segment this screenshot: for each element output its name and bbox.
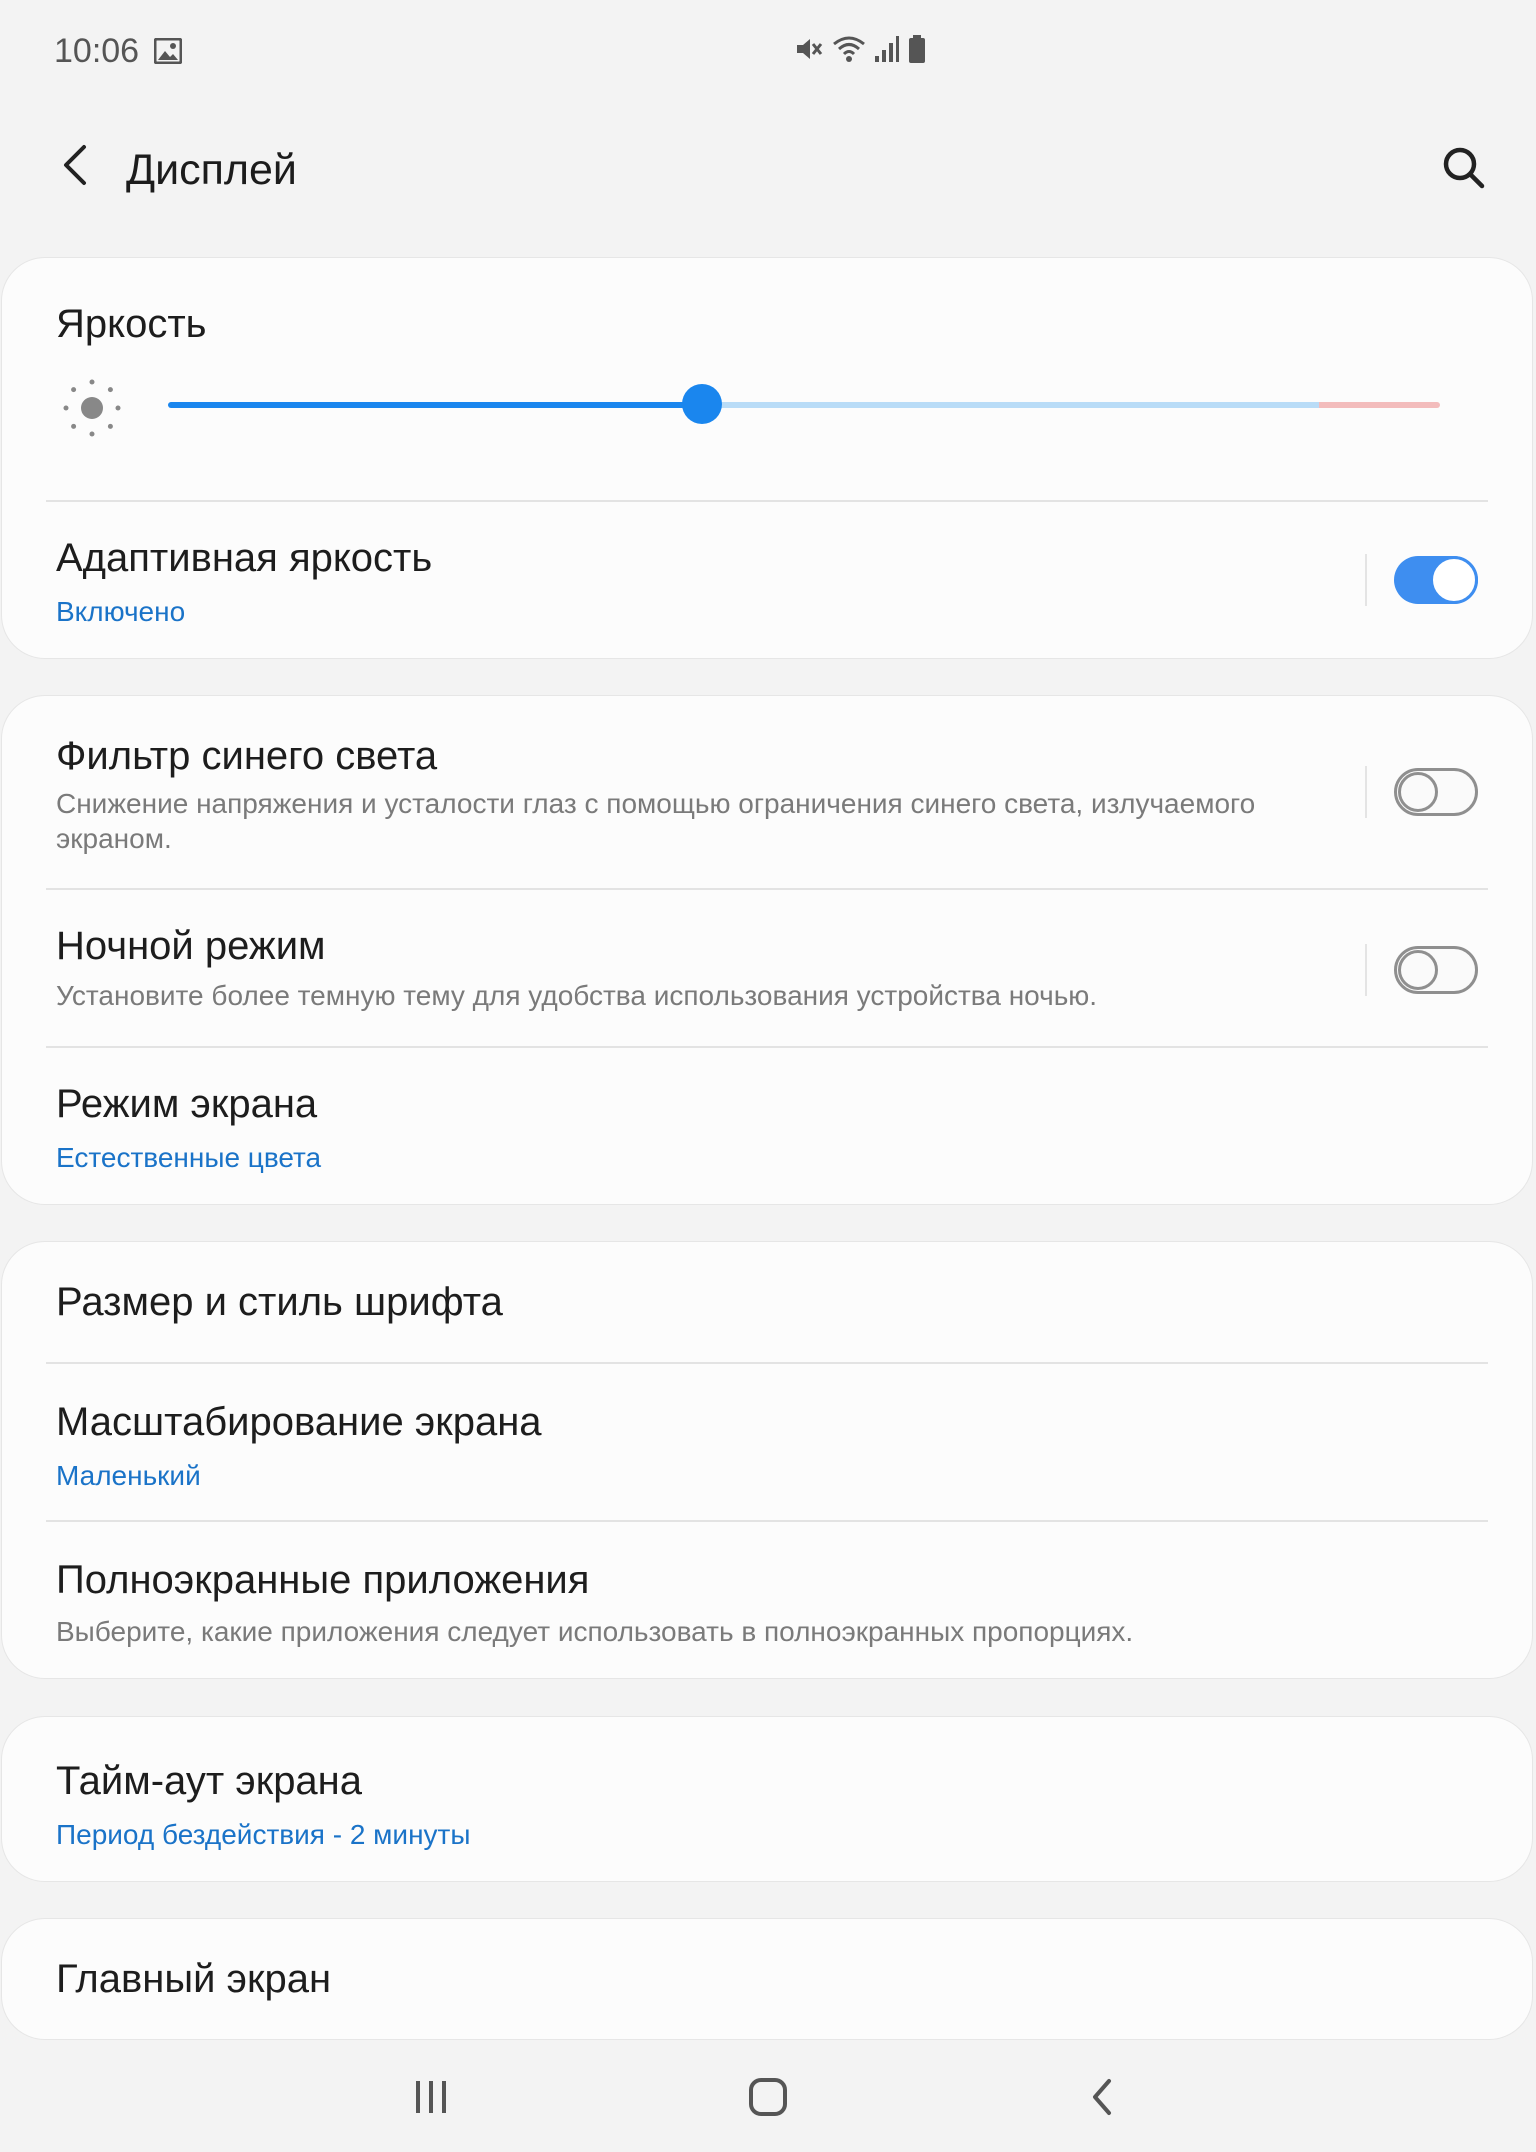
slider-thumb[interactable] bbox=[682, 384, 722, 424]
night-mode-title: Ночной режим bbox=[56, 924, 326, 968]
fullscreen-apps-description: Выберите, какие приложения следует испол… bbox=[56, 1616, 1134, 1647]
recent-apps-icon bbox=[416, 2081, 446, 2113]
blue-light-filter-title: Фильтр синего света bbox=[56, 734, 438, 778]
wifi-icon bbox=[832, 34, 866, 69]
search-button[interactable] bbox=[1436, 140, 1492, 196]
status-time: 10:06 bbox=[54, 32, 140, 70]
fullscreen-apps-row[interactable]: Полноэкранные приложения Выберите, какие… bbox=[2, 1522, 1532, 1678]
slider-track-active bbox=[168, 402, 702, 408]
fullscreen-apps-title: Полноэкранные приложения bbox=[56, 1558, 590, 1602]
screen-mode-row[interactable]: Режим экрана Естественные цвета bbox=[2, 1048, 1532, 1204]
screen-timeout-card: Тайм-аут экрана Период бездействия - 2 м… bbox=[1, 1716, 1533, 1882]
toggle-knob bbox=[1398, 950, 1438, 990]
screen-mode-value: Естественные цвета bbox=[56, 1142, 322, 1173]
night-mode-description: Установите более темную тему для удобств… bbox=[56, 980, 1098, 1011]
blue-light-filter-row[interactable]: Фильтр синего света Снижение напряжения … bbox=[2, 696, 1532, 888]
brightness-card: Яркость Адаптивная яркость Включено bbox=[1, 257, 1533, 659]
row-separator bbox=[1365, 554, 1367, 606]
screen-zoom-row[interactable]: Масштабирование экрана Маленький bbox=[2, 1364, 1532, 1520]
brightness-title: Яркость bbox=[56, 302, 207, 346]
page-title: Дисплей bbox=[126, 146, 297, 194]
screen-zoom-value: Маленький bbox=[56, 1460, 201, 1491]
screen-timeout-row[interactable]: Тайм-аут экрана Период бездействия - 2 м… bbox=[2, 1717, 1532, 1883]
adaptive-brightness-toggle[interactable] bbox=[1394, 556, 1478, 604]
brightness-slider[interactable] bbox=[168, 384, 1440, 424]
adaptive-brightness-status: Включено bbox=[56, 596, 186, 627]
font-size-style-title: Размер и стиль шрифта bbox=[56, 1280, 503, 1324]
navigation-bar bbox=[0, 2040, 1536, 2152]
home-screen-row[interactable]: Главный экран bbox=[2, 1919, 1532, 2041]
toggle-knob bbox=[1430, 556, 1478, 604]
back-icon bbox=[1093, 2079, 1111, 2115]
blue-light-filter-description: Снижение напряжения и усталости глаз с п… bbox=[56, 788, 1256, 854]
battery-icon bbox=[908, 34, 926, 69]
chevron-left-icon bbox=[64, 145, 86, 185]
sun-icon bbox=[60, 376, 124, 445]
back-nav-button[interactable] bbox=[1067, 2062, 1137, 2132]
recent-apps-button[interactable] bbox=[396, 2062, 466, 2132]
back-button[interactable] bbox=[50, 140, 100, 190]
home-icon bbox=[749, 2078, 787, 2116]
search-icon bbox=[1443, 147, 1485, 189]
app-bar: Дисплей bbox=[0, 118, 1536, 228]
status-bar: 10:06 bbox=[0, 0, 1536, 110]
row-separator bbox=[1365, 944, 1367, 996]
home-button[interactable] bbox=[733, 2062, 803, 2132]
font-size-style-row[interactable]: Размер и стиль шрифта bbox=[2, 1242, 1532, 1362]
blue-light-filter-toggle[interactable] bbox=[1394, 768, 1478, 816]
adaptive-brightness-row[interactable]: Адаптивная яркость Включено bbox=[2, 502, 1532, 658]
status-icons bbox=[794, 34, 926, 69]
night-mode-row[interactable]: Ночной режим Установите более темную тем… bbox=[2, 890, 1532, 1046]
mute-icon bbox=[794, 34, 824, 69]
toggle-knob bbox=[1398, 772, 1438, 812]
adaptive-brightness-title: Адаптивная яркость bbox=[56, 536, 433, 580]
slider-track-high-zone bbox=[1319, 402, 1440, 408]
screen-zoom-title: Масштабирование экрана bbox=[56, 1400, 542, 1444]
row-separator bbox=[1365, 766, 1367, 818]
home-screen-title: Главный экран bbox=[56, 1957, 332, 2001]
display-options-card: Фильтр синего света Снижение напряжения … bbox=[1, 695, 1533, 1205]
slider-track-inactive bbox=[702, 402, 1319, 408]
screen-timeout-value: Период бездействия - 2 минуты bbox=[56, 1819, 471, 1850]
screen-mode-title: Режим экрана bbox=[56, 1082, 318, 1126]
font-zoom-card: Размер и стиль шрифта Масштабирование эк… bbox=[1, 1241, 1533, 1679]
screen-timeout-title: Тайм-аут экрана bbox=[56, 1759, 363, 1803]
night-mode-toggle[interactable] bbox=[1394, 946, 1478, 994]
signal-icon bbox=[874, 34, 900, 69]
gallery-notification-icon bbox=[153, 37, 183, 69]
home-screen-card: Главный экран bbox=[1, 1918, 1533, 2040]
